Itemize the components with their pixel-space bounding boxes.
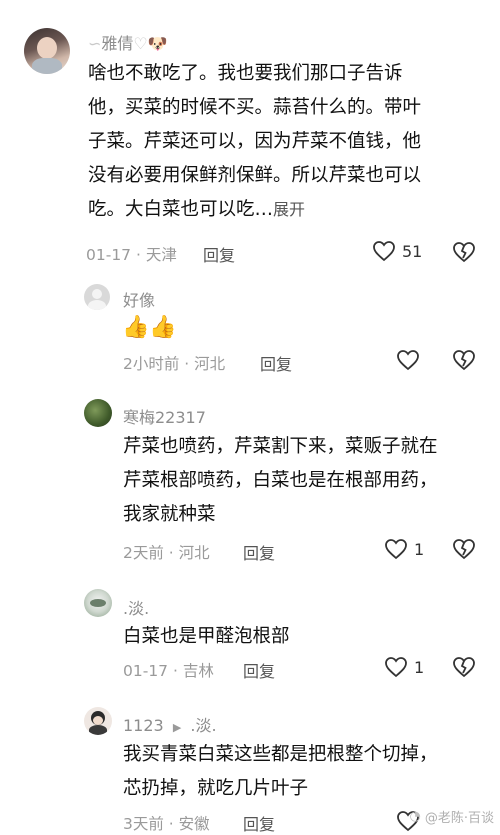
username[interactable]: 好像 [123, 287, 155, 311]
username[interactable]: 1123 ▶ .淡. [123, 712, 217, 736]
avatar[interactable] [84, 399, 112, 427]
like-button[interactable]: 1 [384, 538, 424, 560]
heart-icon [397, 350, 419, 371]
dislike-button[interactable] [452, 241, 476, 263]
comment-text: 我买青菜白菜这些都是把根整个切掉， 芯扔掉，就吃几片叶子 [123, 744, 438, 799]
like-button[interactable]: 51 [372, 240, 422, 262]
like-button[interactable]: 1 [384, 656, 424, 678]
avatar[interactable] [24, 28, 70, 74]
broken-heart-icon [453, 350, 475, 371]
timestamp-location: 01-17 · 吉林 [123, 662, 214, 680]
reply-button[interactable]: 回复 [243, 811, 275, 835]
reply-button[interactable]: 回复 [243, 540, 275, 564]
timestamp-location: 2天前 · 河北 [123, 544, 210, 562]
reply-button[interactable]: 回复 [203, 242, 235, 266]
like-button[interactable] [396, 349, 420, 371]
expand-link[interactable]: 展开 [273, 200, 305, 219]
comment-text: 白菜也是甲醛泡根部 [123, 626, 290, 647]
heart-icon [384, 656, 408, 678]
timestamp-location: 2小时前 · 河北 [123, 355, 226, 373]
reply-to-username[interactable]: .淡. [190, 716, 216, 735]
heart-icon [372, 240, 396, 262]
broken-heart-icon [453, 657, 475, 678]
reply-arrow-icon: ▶ [172, 721, 182, 734]
comment-text: 芹菜也喷药，芹菜割下来，菜贩子就在 芹菜根部喷药，白菜也是在根部用药， 我家就种… [123, 436, 438, 525]
dislike-button[interactable] [452, 656, 476, 678]
timestamp-location: 3天前 · 安徽 [123, 815, 210, 833]
username[interactable]: ∽雅倩♡🐶 [88, 30, 168, 54]
like-count: 1 [414, 657, 425, 677]
avatar[interactable] [84, 589, 112, 617]
username[interactable]: 寒梅22317 [123, 404, 206, 428]
decor-right-icon: ♡🐶 [133, 34, 168, 53]
decor-left-icon: ∽ [88, 34, 102, 53]
username[interactable]: .淡. [123, 595, 149, 619]
broken-heart-icon [453, 242, 475, 263]
avatar[interactable] [84, 284, 110, 310]
reply-button[interactable]: 回复 [243, 658, 275, 682]
weibo-icon: ◔ [409, 809, 421, 824]
thumbs-up-emoji: 👍👍 [122, 315, 177, 340]
broken-heart-icon [453, 539, 475, 560]
like-count: 1 [414, 539, 425, 559]
dislike-button[interactable] [452, 349, 476, 371]
watermark: ◔ @老陈·百谈 [409, 809, 494, 826]
comment-text: 啥也不敢吃了。我也要我们那口子告诉 他，买菜的时候不买。蒜苔什么的。带叶 子菜。… [88, 63, 422, 220]
dislike-button[interactable] [452, 538, 476, 560]
like-count: 51 [402, 241, 423, 261]
avatar[interactable] [84, 707, 112, 735]
timestamp-location: 01-17 · 天津 [86, 246, 177, 264]
heart-icon [384, 538, 408, 560]
reply-button[interactable]: 回复 [260, 351, 292, 375]
